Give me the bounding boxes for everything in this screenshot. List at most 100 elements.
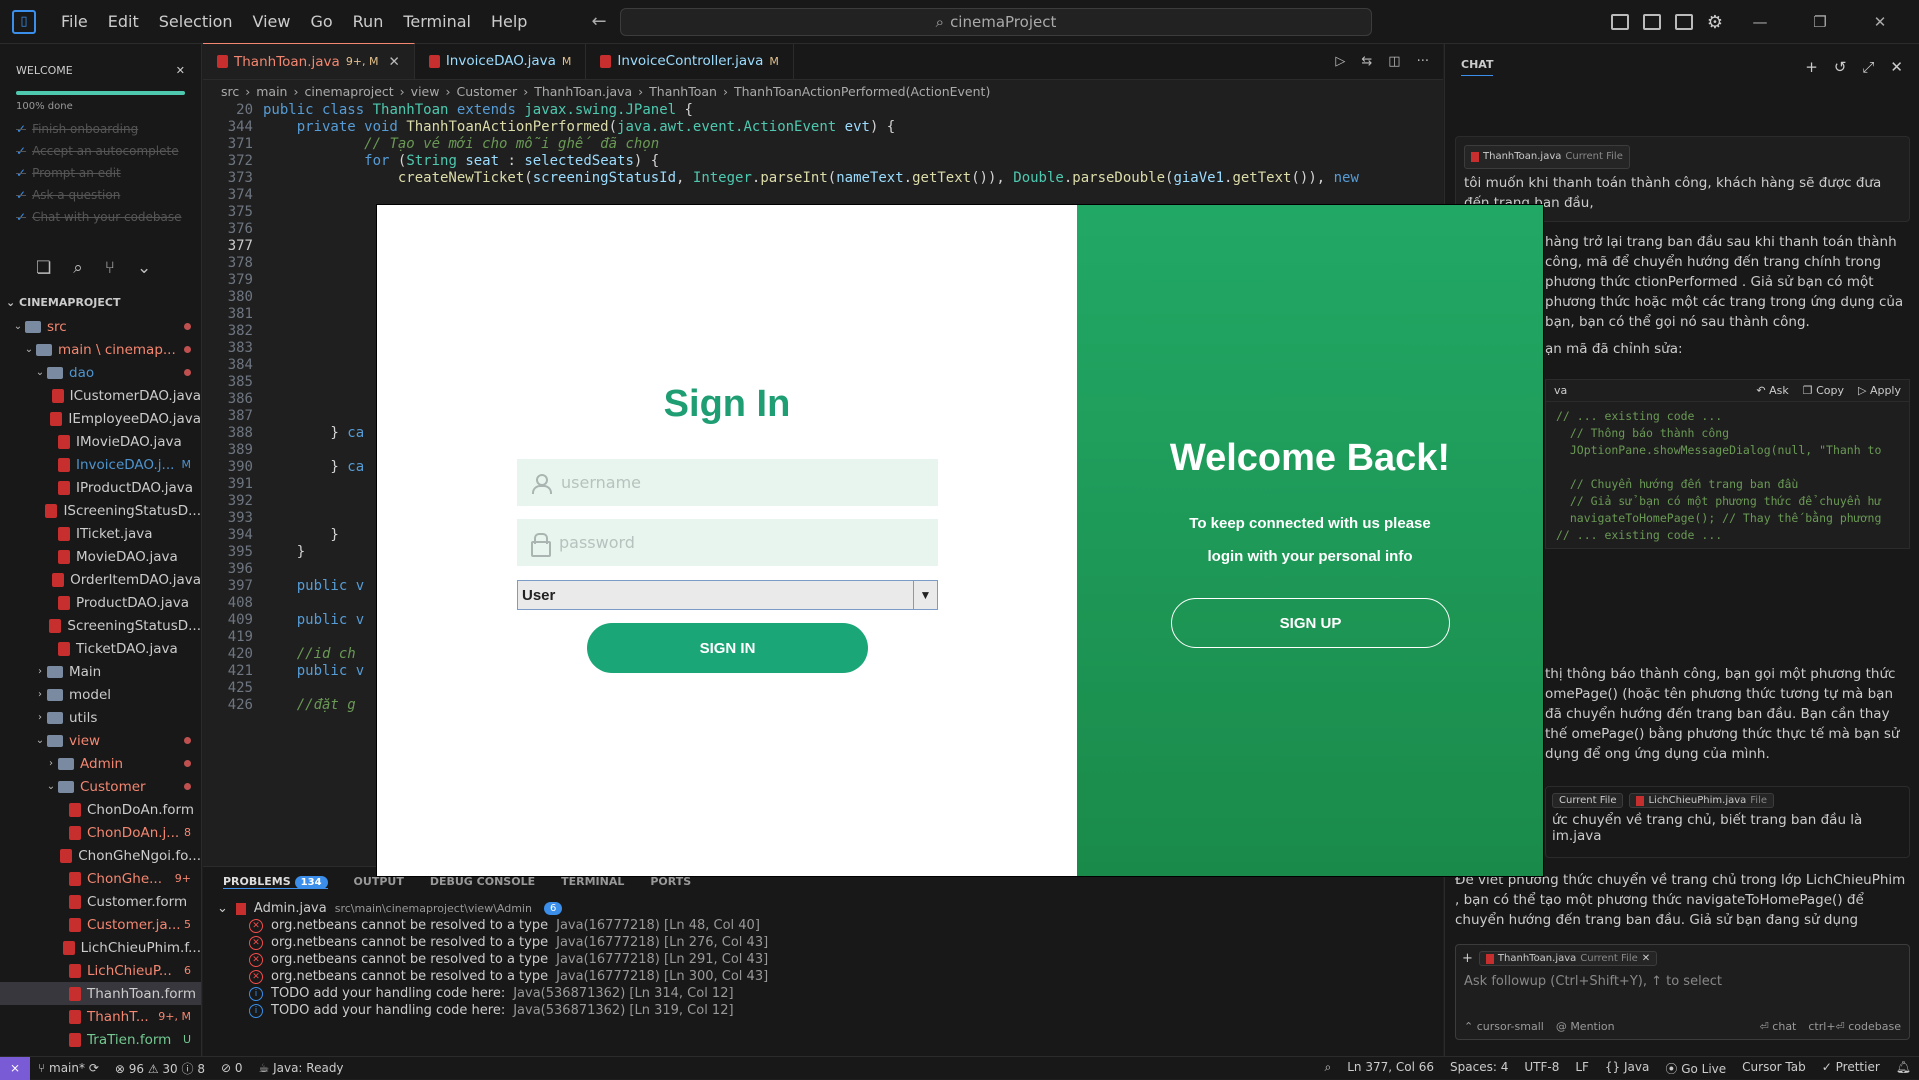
language-mode[interactable]: {} Java bbox=[1597, 1060, 1657, 1077]
tree-item[interactable]: ITicket.java bbox=[0, 522, 201, 545]
file-chip[interactable]: LichChieuPhim.java File bbox=[1629, 793, 1775, 808]
menu-item-go[interactable]: Go bbox=[301, 8, 341, 35]
problem-row[interactable]: i TODO add your handling code here: Java(5… bbox=[203, 1001, 1443, 1018]
zoom-icon[interactable]: ⌕ bbox=[1317, 1060, 1340, 1077]
file-chip[interactable]: Current File bbox=[1552, 793, 1624, 808]
tree-item[interactable]: LichChieuP... 6 bbox=[0, 959, 201, 982]
menu-item-edit[interactable]: Edit bbox=[99, 8, 148, 35]
tree-item[interactable]: › Admin bbox=[0, 752, 201, 775]
onboarding-step[interactable]: ✓ Finish onboarding bbox=[0, 118, 201, 140]
panel-tab-terminal[interactable]: TERMINAL bbox=[561, 875, 624, 889]
onboarding-step[interactable]: ✓ Ask a question bbox=[0, 184, 201, 206]
tree-item[interactable]: ICustomerDAO.java bbox=[0, 384, 201, 407]
tree-item[interactable]: IMovieDAO.java bbox=[0, 430, 201, 453]
menu-item-view[interactable]: View bbox=[244, 8, 300, 35]
ports-indicator[interactable]: ⊘ 0 bbox=[213, 1061, 251, 1075]
tree-item[interactable]: Customer.ja... 5 bbox=[0, 913, 201, 936]
restore-button[interactable]: ❐ bbox=[1797, 13, 1843, 31]
tree-item[interactable]: TicketDAO.java bbox=[0, 637, 201, 660]
breadcrumb-item[interactable]: ThanhToan.java bbox=[534, 84, 632, 99]
plus-icon[interactable]: + bbox=[1805, 58, 1818, 76]
more-icon[interactable]: ··· bbox=[1417, 54, 1429, 69]
breadcrumb-item[interactable]: main bbox=[256, 84, 287, 99]
tree-item[interactable]: ⌄ src bbox=[0, 315, 201, 338]
tree-item[interactable]: LichChieuPhim.f... bbox=[0, 936, 201, 959]
go-live-button[interactable]: ⦿ Go Live bbox=[1657, 1060, 1734, 1077]
history-icon[interactable]: ↺ bbox=[1834, 58, 1847, 76]
branch-indicator[interactable]: ⑂ main* ⟳ bbox=[30, 1061, 107, 1075]
chevron-down-icon[interactable]: ▼ bbox=[913, 581, 937, 609]
breadcrumb-item[interactable]: cinemaproject bbox=[304, 84, 393, 99]
tree-item[interactable]: ⌄ main \ cinemap... bbox=[0, 338, 201, 361]
eol[interactable]: LF bbox=[1567, 1060, 1597, 1077]
tree-item[interactable]: IEmployeeDAO.java bbox=[0, 407, 201, 430]
breadcrumb-item[interactable]: src bbox=[221, 84, 239, 99]
tree-item[interactable]: ChonGhe... 9+ bbox=[0, 867, 201, 890]
tree-item[interactable]: ProductDAO.java bbox=[0, 591, 201, 614]
close-icon[interactable]: ✕ bbox=[176, 64, 185, 77]
breadcrumb-item[interactable]: ThanhToan bbox=[649, 84, 717, 99]
tree-item[interactable]: ⌄ dao bbox=[0, 361, 201, 384]
copy-button[interactable]: ❐ Copy bbox=[1803, 382, 1844, 399]
tree-item[interactable]: ChonGheNgoi.fo... bbox=[0, 844, 201, 867]
tree-item[interactable]: IProductDAO.java bbox=[0, 476, 201, 499]
sign-up-button[interactable]: SIGN UP bbox=[1171, 598, 1450, 648]
compare-icon[interactable]: ⇆ bbox=[1361, 54, 1372, 69]
chat-input-placeholder[interactable]: Ask followup (Ctrl+Shift+Y), ↑ to select bbox=[1456, 972, 1909, 991]
breadcrumb-item[interactable]: Customer bbox=[456, 84, 517, 99]
problem-row[interactable]: ✕ org.netbeans cannot be resolved to a ty… bbox=[203, 933, 1443, 950]
tree-item[interactable]: ChonDoAn.form bbox=[0, 798, 201, 821]
encoding[interactable]: UTF-8 bbox=[1516, 1060, 1567, 1077]
prettier-status[interactable]: ✓ Prettier bbox=[1814, 1060, 1888, 1077]
panel-tab-debug-console[interactable]: DEBUG CONSOLE bbox=[430, 875, 535, 889]
gear-icon[interactable]: ⚙ bbox=[1707, 12, 1723, 33]
tree-item[interactable]: InvoiceDAO.j... M bbox=[0, 453, 201, 476]
java-status[interactable]: ☕ Java: Ready bbox=[251, 1061, 352, 1075]
cursor-tab[interactable]: Cursor Tab bbox=[1734, 1060, 1814, 1077]
plus-icon[interactable]: + bbox=[1462, 951, 1473, 966]
tree-item[interactable]: ThanhToan.form bbox=[0, 982, 201, 1005]
tree-item[interactable]: MovieDAO.java bbox=[0, 545, 201, 568]
tree-item[interactable]: › model bbox=[0, 683, 201, 706]
password-field[interactable]: password bbox=[517, 519, 938, 566]
codebase-submit[interactable]: ctrl+⏎ codebase bbox=[1808, 1020, 1901, 1033]
command-center-search[interactable]: ⌕ cinemaProject bbox=[620, 8, 1372, 36]
problems-indicator[interactable]: ⊗ 96 ⚠ 30 ⓘ 8 bbox=[107, 1060, 213, 1077]
chat-input-box[interactable]: + ThanhToan.java Current File ✕ Ask follow… bbox=[1455, 944, 1910, 1040]
username-field[interactable]: username bbox=[517, 459, 938, 506]
breadcrumb-item[interactable]: ThanhToanActionPerformed(ActionEvent) bbox=[734, 84, 990, 99]
tree-item[interactable]: › utils bbox=[0, 706, 201, 729]
file-chip[interactable]: ThanhToan.java Current File ✕ bbox=[1478, 951, 1658, 966]
ask-button[interactable]: ↶ Ask bbox=[1756, 382, 1788, 399]
problem-row[interactable]: i TODO add your handling code here: Java(5… bbox=[203, 984, 1443, 1001]
tree-item[interactable]: TraTien.form U bbox=[0, 1028, 201, 1051]
problem-row[interactable]: ✕ org.netbeans cannot be resolved to a ty… bbox=[203, 950, 1443, 967]
toggle-panel-icon[interactable] bbox=[1642, 14, 1661, 30]
role-select[interactable]: User ▼ bbox=[517, 580, 938, 610]
tree-item[interactable]: IScreeningStatusD... bbox=[0, 499, 201, 522]
sign-in-button[interactable]: SIGN IN bbox=[587, 623, 868, 673]
tree-item[interactable]: ThanhT... 9+, M bbox=[0, 1005, 201, 1028]
indentation[interactable]: Spaces: 4 bbox=[1442, 1060, 1516, 1077]
onboarding-step[interactable]: ✓ Prompt an edit bbox=[0, 162, 201, 184]
breadcrumb-item[interactable]: view bbox=[411, 84, 440, 99]
tree-item[interactable]: OrderItemDAO.java bbox=[0, 568, 201, 591]
editor-tab[interactable]: ThanhToan.java 9+, M ✕ bbox=[203, 43, 415, 79]
run-icon[interactable]: ▷ bbox=[1335, 54, 1345, 69]
tree-item[interactable]: › Main bbox=[0, 660, 201, 683]
source-control-icon[interactable]: ⑂ bbox=[105, 258, 115, 278]
close-icon[interactable]: ✕ bbox=[389, 54, 400, 70]
menu-item-terminal[interactable]: Terminal bbox=[394, 8, 480, 35]
tree-item[interactable]: Customer.form bbox=[0, 890, 201, 913]
cursor-position[interactable]: Ln 377, Col 66 bbox=[1339, 1060, 1442, 1077]
toggle-secondary-sidebar-icon[interactable] bbox=[1674, 14, 1693, 30]
menu-item-file[interactable]: File bbox=[52, 8, 97, 35]
onboarding-step[interactable]: ✓ Chat with your codebase bbox=[0, 206, 201, 228]
menu-item-help[interactable]: Help bbox=[482, 8, 536, 35]
editor-tab[interactable]: InvoiceController.java M bbox=[586, 43, 794, 79]
panel-tab-ports[interactable]: PORTS bbox=[650, 875, 691, 889]
problem-row[interactable]: ✕ org.netbeans cannot be resolved to a ty… bbox=[203, 967, 1443, 984]
model-select[interactable]: ⌃ cursor-small bbox=[1464, 1020, 1544, 1033]
tree-item[interactable]: ⌄ view bbox=[0, 729, 201, 752]
tree-item[interactable]: ⌄ Customer bbox=[0, 775, 201, 798]
